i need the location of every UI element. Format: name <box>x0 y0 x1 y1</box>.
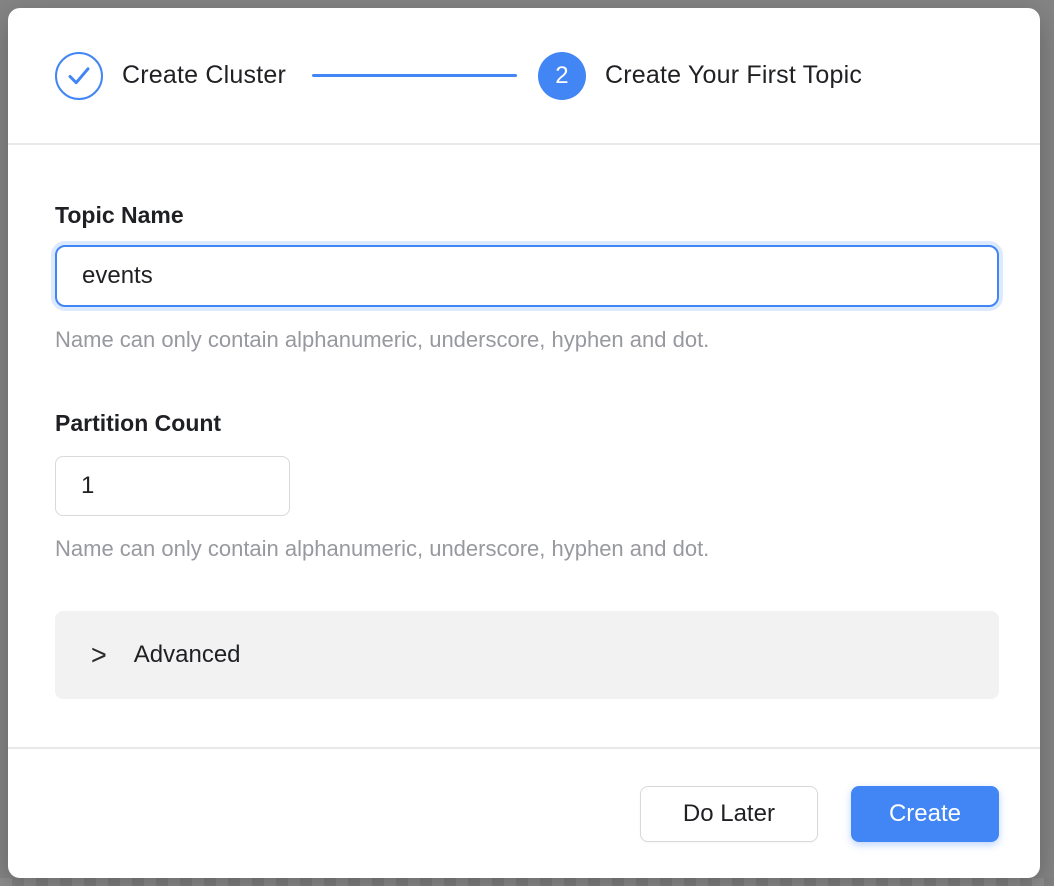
partition-count-helper: Name can only contain alphanumeric, unde… <box>55 535 999 563</box>
step-1-label: Create Cluster <box>122 61 286 90</box>
partition-count-group: Partition Count Name can only contain al… <box>55 409 999 563</box>
create-button[interactable]: Create <box>851 786 999 842</box>
create-topic-modal: Create Cluster 2 Create Your First Topic… <box>8 8 1040 878</box>
check-circle-icon <box>55 52 103 100</box>
stepper-connector <box>312 74 517 77</box>
chevron-right-icon: > <box>91 641 107 669</box>
partition-count-input[interactable] <box>55 456 290 516</box>
stepper-step-create-topic: 2 Create Your First Topic <box>538 52 862 100</box>
topic-name-label: Topic Name <box>55 201 999 229</box>
advanced-toggle[interactable]: > Advanced <box>55 611 999 699</box>
modal-footer: Do Later Create <box>8 749 1040 878</box>
do-later-button[interactable]: Do Later <box>640 786 818 842</box>
topic-name-input[interactable] <box>55 245 999 307</box>
step-2-label: Create Your First Topic <box>605 61 862 90</box>
advanced-label: Advanced <box>134 641 241 669</box>
stepper-step-create-cluster: Create Cluster <box>55 52 286 100</box>
background-table-edge <box>0 878 1054 886</box>
partition-count-label: Partition Count <box>55 409 999 437</box>
step-2-badge: 2 <box>538 52 586 100</box>
stepper-header: Create Cluster 2 Create Your First Topic <box>8 8 1040 143</box>
topic-name-helper: Name can only contain alphanumeric, unde… <box>55 326 999 354</box>
modal-body: Topic Name Name can only contain alphanu… <box>8 145 1040 747</box>
topic-name-group: Topic Name Name can only contain alphanu… <box>55 201 999 354</box>
